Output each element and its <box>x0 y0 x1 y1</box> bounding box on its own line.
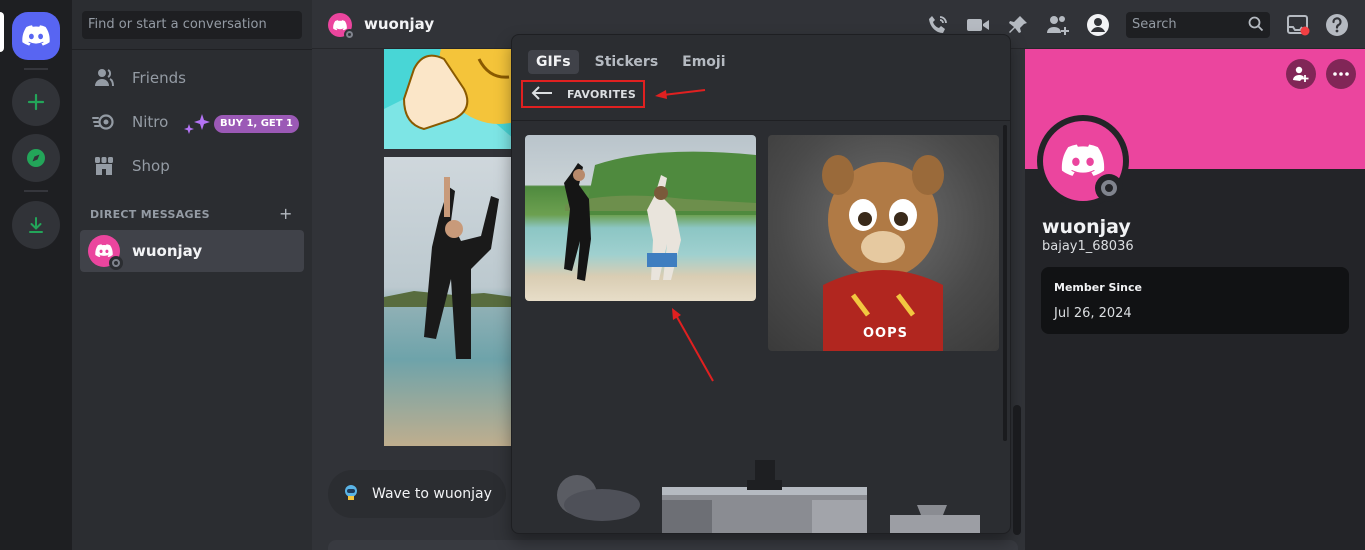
video-camera-icon <box>967 19 989 31</box>
chipmunk-image <box>822 155 944 351</box>
offline-status-icon <box>109 256 123 270</box>
add-server-button[interactable] <box>12 78 60 126</box>
search-input[interactable]: Search <box>1126 12 1270 38</box>
discord-app: Find or start a conversation Friends Nit… <box>0 0 1365 550</box>
add-friends-to-dm-button[interactable] <box>1045 12 1071 38</box>
offline-status-icon <box>344 29 355 40</box>
home-button[interactable] <box>12 12 60 60</box>
wave-label: Wave to wuonjay <box>372 486 492 502</box>
server-rail <box>0 0 72 550</box>
add-user-icon <box>1047 16 1069 35</box>
beach-photo-image <box>384 177 514 359</box>
member-since-label: Member Since <box>1054 281 1142 294</box>
direct-messages-header: DIRECT MESSAGES <box>90 208 210 221</box>
discord-logo-icon <box>22 25 50 46</box>
search-placeholder: Search <box>1132 17 1177 32</box>
empty-state-illustration <box>557 460 980 533</box>
add-friend-button[interactable] <box>1286 59 1316 89</box>
more-dots-icon <box>1333 72 1349 76</box>
chat-gif-preview[interactable] <box>384 49 514 149</box>
shop-icon <box>92 154 116 178</box>
sidebar-item-friends[interactable]: Friends <box>80 57 304 99</box>
header-avatar <box>328 13 355 40</box>
create-dm-button[interactable]: + <box>279 204 292 223</box>
add-friend-icon <box>1293 66 1309 82</box>
profile-username: bajay1_68036 <box>1042 239 1134 254</box>
member-since-card: Member Since Jul 26, 2024 <box>1041 267 1349 334</box>
profile-display-name: wuonjay <box>1042 216 1131 238</box>
user-profile-toggle-button[interactable] <box>1085 12 1111 38</box>
pin-icon <box>1009 16 1027 33</box>
sidebar-item-shop[interactable]: Shop <box>80 145 304 187</box>
member-since-date: Jul 26, 2024 <box>1054 306 1132 321</box>
picker-tabs: GIFs Stickers Emoji <box>528 50 742 74</box>
sidebar-item-label: Friends <box>132 69 186 87</box>
wave-robot-icon <box>342 483 360 505</box>
beach-dance-image <box>564 151 756 281</box>
search-icon <box>1248 16 1264 36</box>
gif-caption: OOPS <box>863 326 908 341</box>
message-input[interactable] <box>328 540 1018 550</box>
nitro-promo-badge: BUY 1, GET 1 <box>214 115 300 133</box>
pinned-messages-button[interactable] <box>1005 12 1031 38</box>
more-options-button[interactable] <box>1326 59 1356 89</box>
favorite-gif-beach[interactable] <box>525 135 756 301</box>
chat-gif-message[interactable] <box>384 157 514 446</box>
download-apps-button[interactable] <box>12 201 60 249</box>
favorites-header: FAVORITES <box>521 80 645 108</box>
user-profile-panel: wuonjay bajay1_68036 Member Since Jul 26… <box>1025 49 1365 550</box>
inbox-button[interactable] <box>1285 12 1311 38</box>
favorite-gif-oops[interactable]: OOPS <box>768 135 999 351</box>
picker-divider <box>512 120 1010 121</box>
tab-emoji[interactable]: Emoji <box>674 50 733 74</box>
picker-scrollbar[interactable] <box>1003 125 1007 441</box>
sidebar-item-label: Nitro <box>132 113 169 131</box>
explore-servers-button[interactable] <box>12 134 60 182</box>
sidebar-item-label: Shop <box>132 157 170 175</box>
emoji-sticker-image <box>384 49 514 149</box>
selected-pill <box>0 12 4 52</box>
find-conversation-button[interactable]: Find or start a conversation <box>82 11 302 39</box>
chat-scrollbar[interactable] <box>1013 405 1021 535</box>
phone-icon <box>929 16 947 33</box>
sparkle-icon <box>182 112 212 140</box>
tab-stickers[interactable]: Stickers <box>587 50 667 74</box>
tab-gifs[interactable]: GIFs <box>528 50 579 74</box>
expression-picker: GIFs Stickers Emoji FAVORITES OOPS <box>511 34 1011 534</box>
rail-separator <box>24 68 48 70</box>
plus-icon <box>27 93 45 111</box>
dm-name: wuonjay <box>132 242 203 260</box>
rail-separator <box>24 190 48 192</box>
dm-item-wuonjay[interactable]: wuonjay <box>80 230 304 272</box>
discord-logo-icon <box>333 19 347 30</box>
discord-logo-icon <box>95 244 113 258</box>
favorites-label: FAVORITES <box>567 87 636 101</box>
avatar <box>88 235 123 270</box>
user-profile-icon <box>1087 14 1109 36</box>
wave-button[interactable]: Wave to wuonjay <box>328 470 506 518</box>
sidebar-divider <box>72 49 312 50</box>
header-username: wuonjay <box>364 15 435 33</box>
help-button[interactable] <box>1324 12 1350 38</box>
back-arrow-icon[interactable] <box>531 85 553 104</box>
friends-icon <box>92 66 116 90</box>
discord-logo-icon <box>1061 144 1105 176</box>
picker-scrollbar-thumb[interactable] <box>1003 125 1007 441</box>
nitro-icon <box>92 110 116 134</box>
offline-status-icon <box>1095 174 1123 202</box>
compass-icon <box>27 149 45 167</box>
inbox-icon <box>1287 15 1310 36</box>
download-icon <box>29 217 43 233</box>
help-icon <box>1326 14 1348 36</box>
